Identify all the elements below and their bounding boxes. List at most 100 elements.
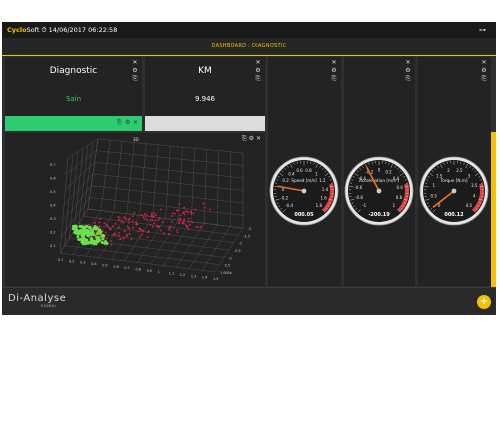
settings-icon[interactable]: ⚙ [330, 67, 338, 75]
scatter-xtick: 1.2 [180, 273, 185, 277]
scatter-point-red [195, 226, 198, 228]
scatter-point-green [81, 240, 85, 244]
copy-icon[interactable]: ⎘ [330, 75, 338, 83]
close-icon[interactable]: ✕ [133, 119, 138, 126]
scatter-point-red [191, 221, 194, 224]
copy-icon[interactable]: ⎘ [480, 75, 488, 83]
scatter-point-green [93, 225, 97, 229]
widget-controls: ✕ ⚙ ⎘ [404, 59, 412, 83]
scatter-point-red [112, 225, 114, 228]
scatter-point-red [158, 225, 161, 228]
scatter-point-red [152, 215, 155, 218]
app-logo-subtitle: SIGNAL [41, 304, 57, 308]
close-icon[interactable]: ✕ [330, 59, 338, 67]
scatter-point-red [112, 233, 115, 236]
scatter-point-red [94, 222, 96, 224]
brand-name-b: Soft [26, 26, 40, 34]
key-icon[interactable]: ⊶ [479, 22, 486, 38]
grid-line [59, 157, 69, 254]
scatter-point-red [162, 232, 165, 235]
scatter-point-red [154, 219, 157, 222]
add-button[interactable]: + [477, 295, 491, 309]
scatter-3d-chart[interactable]: 3D 0.7 0.6 0.5 0.4 0.3 0.2 0.1 0.1 0.2 0.3 0.4 0.5 0.… [5, 133, 265, 286]
scatter-point-red [177, 222, 180, 225]
scatter-point-red [143, 213, 146, 215]
scatter-point-red [135, 221, 138, 224]
scatter-point-red [156, 225, 159, 228]
scatter-ytick: 0.4 [50, 204, 56, 208]
scatter-point-red [149, 219, 152, 222]
scatter-point-red [117, 226, 120, 229]
grid-line [64, 245, 220, 265]
scatter-point-red [179, 214, 182, 217]
copy-icon[interactable]: ⎘ [131, 75, 139, 83]
scatter-point-red [99, 217, 102, 220]
scatter-point-green [100, 234, 104, 238]
scatter-xtick: 0.9 [147, 269, 152, 273]
settings-icon[interactable]: ⚙ [125, 119, 130, 126]
scatter-xtick: 0.3 [80, 261, 85, 265]
scatter-xtick: 1.4 [202, 276, 207, 280]
speed-gauge-panel: ✕ ⚙ ⎘ [268, 57, 341, 286]
scatter-point-red [185, 210, 188, 212]
scatter-ztick: -2 [248, 227, 251, 231]
scatter-point-red [105, 231, 107, 234]
grid-line [78, 145, 89, 224]
scatter-point-red [105, 237, 108, 240]
scatter-point-green [96, 231, 100, 235]
scatter-point-red [170, 215, 173, 217]
copy-icon[interactable]: ⎘ [254, 75, 262, 83]
scatter-point-red [120, 219, 123, 222]
km-status-bar [145, 116, 265, 131]
settings-icon[interactable]: ⚙ [404, 67, 412, 75]
scatter-point-red [117, 218, 120, 221]
scatter-point-red [91, 227, 94, 230]
copy-icon[interactable]: ⎘ [404, 75, 412, 83]
scatter-xtick: 0.6 [113, 265, 118, 269]
diagnostic-title: Diagnostic [49, 66, 98, 76]
scatter-point-red [131, 220, 134, 223]
scatter-point-red [189, 223, 191, 226]
diagnostic-status-bar: ⎘ ⚙ ✕ [5, 116, 142, 131]
scatter-ytick: 0.1 [50, 244, 56, 248]
scatter-point-red [171, 221, 173, 223]
scatter-point-red [200, 225, 203, 228]
scatter-point-red [109, 228, 112, 231]
scatter-point-red [127, 218, 130, 221]
scatter-point-red [137, 230, 140, 233]
scatter-point-red [155, 214, 157, 216]
scatter-point-red [98, 227, 101, 230]
copy-icon[interactable]: ⎘ [117, 119, 122, 127]
scatter-point-red [123, 216, 126, 219]
scatter-xtick: 0.2 [69, 259, 74, 263]
torque-gauge-panel: ✕ ⚙ ⎘ [418, 57, 491, 286]
scatter-point-green [100, 240, 104, 244]
scatter-point-red [189, 210, 192, 213]
scrollbar-thumb[interactable] [491, 132, 496, 287]
scatter-xtick: 1.5 [213, 277, 218, 281]
scatter-xtick: 1.1 [169, 272, 174, 276]
scatter-xtick: 1.3 [191, 274, 196, 278]
scatter-label: 3D [133, 137, 139, 142]
scatter-point-red [146, 236, 149, 239]
close-icon[interactable]: ✕ [480, 59, 488, 67]
scatter-point-green [76, 235, 80, 239]
footer: Di-Analyse SIGNAL + [2, 287, 496, 315]
scatter-point-green [74, 228, 78, 232]
close-icon[interactable]: ✕ [404, 59, 412, 67]
scatter-point-red [189, 212, 192, 215]
grid-line [83, 142, 94, 217]
scatter-point-red [147, 230, 150, 232]
scatter-point-green [97, 229, 101, 233]
scatter-point-green [80, 225, 84, 229]
settings-icon[interactable]: ⚙ [480, 67, 488, 75]
scatter-point-red [117, 234, 120, 237]
scatter-point-red [95, 230, 98, 232]
scatter-point-red [87, 223, 90, 226]
scatter-point-red [89, 235, 92, 238]
top-bar: CycloSoft ⏱ 14/06/2017 06:22:58 ⊶ [2, 22, 496, 38]
scatter-point-green [87, 229, 91, 233]
scatter-point-red [161, 221, 164, 224]
scatter-ytick: 0.6 [50, 177, 56, 181]
scatter-point-red [158, 217, 161, 220]
